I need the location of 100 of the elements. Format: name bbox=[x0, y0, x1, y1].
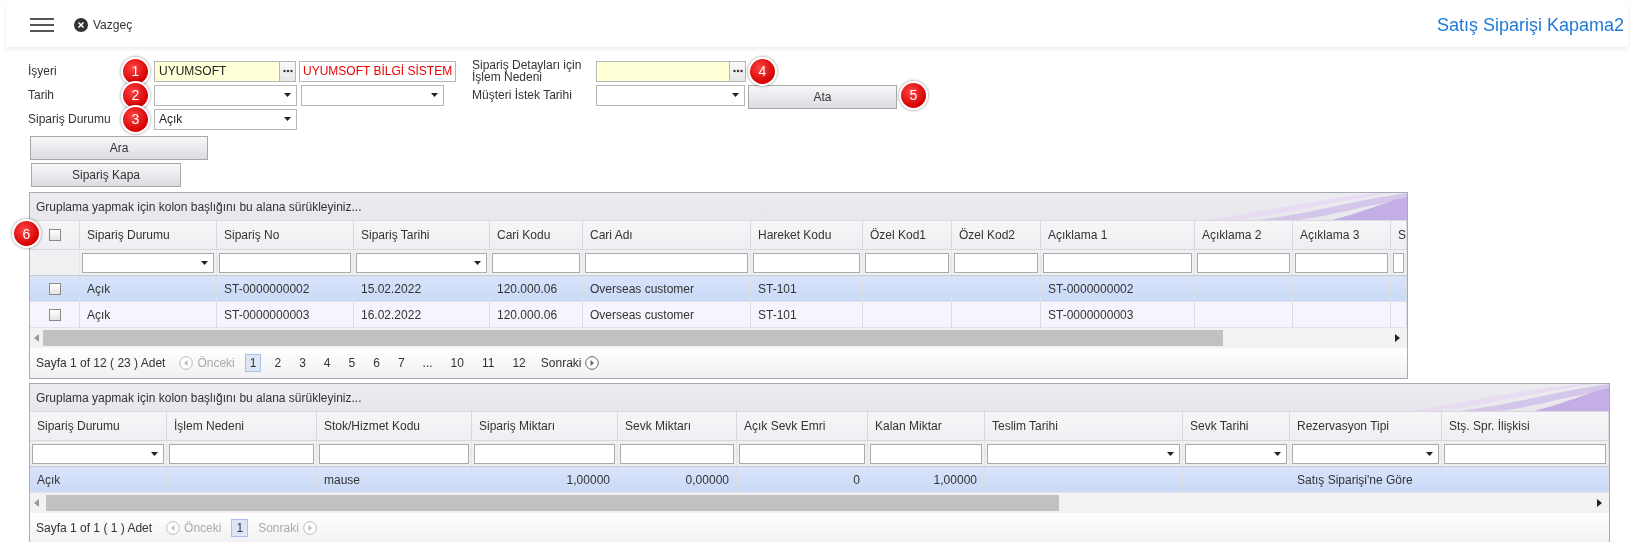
filter-field[interactable] bbox=[219, 252, 351, 273]
column-header[interactable]: Sevk Tarihi bbox=[1183, 411, 1290, 441]
cancel-button[interactable]: Vazgeç bbox=[74, 18, 133, 32]
filter-field[interactable] bbox=[1444, 443, 1606, 464]
filter-field[interactable] bbox=[865, 252, 949, 273]
filter-field[interactable] bbox=[319, 443, 469, 464]
text-field[interactable]: UYUMSOFT BİLGİ SİSTEM bbox=[299, 60, 457, 82]
page-link[interactable]: 12 bbox=[507, 354, 531, 372]
checkbox[interactable] bbox=[48, 229, 61, 241]
page-link[interactable]: 3 bbox=[294, 354, 311, 372]
column-header[interactable]: Stş. Spr. İlişkisi bbox=[1442, 411, 1609, 441]
text-field[interactable]: UYUMSOFT bbox=[154, 60, 280, 82]
column-header[interactable]: Sipariş Tarihi bbox=[354, 220, 490, 250]
caret-icon bbox=[151, 451, 158, 456]
pager-summary: Sayfa 1 of 1 ( 1 ) Adet bbox=[36, 521, 153, 535]
assign-button[interactable]: Ata bbox=[748, 84, 897, 109]
group-hint: Gruplama yapmak için kolon başlığını bu alana sürükleyiniz... bbox=[36, 199, 362, 214]
column-header[interactable]: Hareket Kodu bbox=[751, 220, 863, 250]
menu-icon[interactable] bbox=[30, 16, 54, 34]
table-cell: ST-101 bbox=[751, 276, 863, 301]
page-link[interactable]: 2 bbox=[269, 354, 287, 372]
column-header[interactable]: İşlem Nedeni bbox=[167, 411, 317, 441]
filter-dropdown[interactable] bbox=[356, 252, 487, 273]
close-icon bbox=[74, 18, 88, 32]
filter-field[interactable] bbox=[169, 443, 314, 464]
filter-dropdown[interactable] bbox=[1185, 443, 1287, 464]
filter-field[interactable] bbox=[1295, 252, 1388, 273]
filter-field[interactable] bbox=[492, 252, 580, 273]
column-header[interactable]: S bbox=[1391, 220, 1407, 250]
column-header[interactable]: Sipariş Miktarı bbox=[472, 411, 618, 441]
filter-field[interactable] bbox=[1393, 252, 1404, 273]
filter-dropdown[interactable] bbox=[82, 252, 214, 273]
page-link[interactable]: 7 bbox=[392, 354, 410, 372]
column-header[interactable]: Cari Kodu bbox=[490, 220, 583, 250]
filter-field[interactable] bbox=[870, 443, 982, 464]
page-link[interactable]: 11 bbox=[476, 354, 500, 372]
caret-icon bbox=[1274, 451, 1281, 456]
column-header[interactable]: Özel Kod1 bbox=[863, 220, 952, 250]
caret-icon bbox=[431, 93, 438, 97]
filter-dropdown[interactable] bbox=[987, 443, 1180, 464]
column-header[interactable]: Cari Adı bbox=[583, 220, 751, 250]
page-link[interactable]: 4 bbox=[318, 354, 336, 372]
filter-dropdown[interactable] bbox=[32, 443, 164, 464]
next-button[interactable]: Sonraki bbox=[540, 356, 600, 370]
filter-field[interactable] bbox=[1197, 252, 1290, 273]
column-header[interactable]: Rezervasyon Tipi bbox=[1290, 411, 1442, 441]
filter-field[interactable] bbox=[620, 443, 734, 464]
action-button[interactable]: Sipariş Kapa bbox=[31, 163, 181, 187]
column-header[interactable]: Sevk Miktarı bbox=[618, 411, 737, 441]
caret-icon bbox=[1167, 451, 1174, 456]
filter-field[interactable] bbox=[753, 252, 860, 273]
table-cell: 15.02.2022 bbox=[354, 276, 490, 301]
text-field[interactable] bbox=[596, 60, 730, 82]
group-hint: Gruplama yapmak için kolon başlığını bu alana sürükleyiniz... bbox=[36, 390, 362, 405]
column-header[interactable]: Sipariş No bbox=[217, 220, 354, 250]
right-arrow-icon bbox=[1597, 499, 1602, 507]
column-header[interactable]: Sipariş Durumu bbox=[80, 220, 217, 250]
dropdown-field[interactable]: Açık bbox=[154, 108, 297, 130]
browse-button[interactable] bbox=[280, 60, 296, 82]
scrollbar[interactable] bbox=[30, 493, 1609, 513]
column-header[interactable]: Kalan Miktar bbox=[868, 411, 985, 441]
caret-icon bbox=[474, 260, 481, 265]
filter-field[interactable] bbox=[1043, 252, 1192, 273]
filter-field[interactable] bbox=[739, 443, 865, 464]
scrollbar[interactable] bbox=[30, 328, 1407, 348]
browse-button[interactable] bbox=[730, 60, 746, 82]
dropdown-field[interactable] bbox=[154, 84, 297, 106]
page-link[interactable]: 1 bbox=[231, 519, 249, 537]
table-cell: 0,00000 bbox=[618, 467, 737, 492]
table-cell: ST-101 bbox=[751, 302, 863, 327]
column-header[interactable]: Açık Sevk Emri bbox=[737, 411, 868, 441]
filter-dropdown[interactable] bbox=[1292, 443, 1439, 464]
page-link[interactable]: 10 bbox=[445, 354, 469, 372]
page-link[interactable]: ... bbox=[417, 354, 438, 372]
table-cell: 1,00000 bbox=[868, 467, 985, 492]
column-header[interactable]: Özel Kod2 bbox=[952, 220, 1041, 250]
table-cell: Açık bbox=[80, 302, 217, 327]
column-header[interactable]: Stok/Hizmet Kodu bbox=[317, 411, 472, 441]
checkbox[interactable] bbox=[48, 308, 61, 321]
column-header[interactable]: Açıklama 3 bbox=[1293, 220, 1391, 250]
table-cell: 0 bbox=[737, 467, 868, 492]
column-header[interactable]: Açıklama 2 bbox=[1195, 220, 1293, 250]
filter-field[interactable] bbox=[954, 252, 1038, 273]
caret-icon bbox=[201, 260, 208, 265]
checkbox[interactable] bbox=[48, 282, 61, 295]
dropdown-field[interactable] bbox=[596, 84, 745, 106]
table-cell: 1,00000 bbox=[472, 467, 618, 492]
caret-icon bbox=[284, 93, 291, 97]
filter-field[interactable] bbox=[474, 443, 615, 464]
action-button[interactable]: Ara bbox=[30, 136, 208, 160]
table-cell: 120.000.06 bbox=[490, 276, 583, 301]
page-link[interactable]: 5 bbox=[343, 354, 361, 372]
more-icon bbox=[732, 69, 743, 73]
column-header[interactable]: Sipariş Durumu bbox=[30, 411, 167, 441]
page-link[interactable]: 6 bbox=[368, 354, 385, 372]
column-header[interactable]: Açıklama 1 bbox=[1041, 220, 1195, 250]
filter-field[interactable] bbox=[585, 252, 748, 273]
column-header[interactable]: Teslim Tarihi bbox=[985, 411, 1183, 441]
dropdown-field[interactable] bbox=[301, 84, 444, 106]
page-link[interactable]: 1 bbox=[244, 354, 262, 372]
